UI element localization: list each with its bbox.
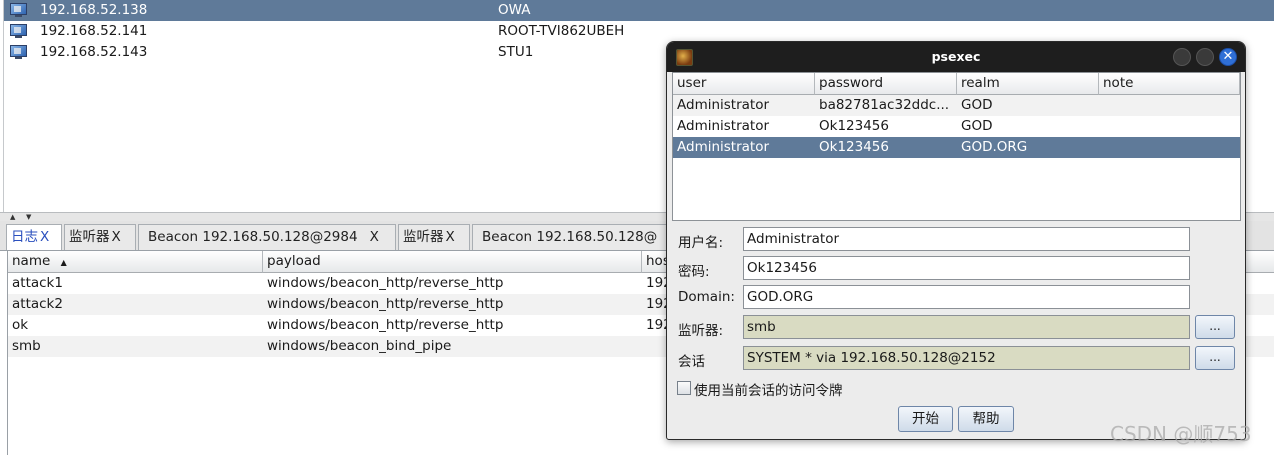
tab-beacon-2[interactable]: Beacon 192.168.50.128@ bbox=[472, 224, 672, 250]
tab-close-icon[interactable]: X bbox=[112, 229, 121, 245]
computer-icon bbox=[10, 24, 27, 38]
host-row[interactable]: 192.168.52.141 ROOT-TVI862UBEH bbox=[4, 21, 1274, 42]
psexec-dialog: psexec ✕ user password realm note Admini… bbox=[666, 41, 1246, 440]
host-ip: 192.168.52.141 bbox=[40, 23, 148, 39]
cred-password: ba82781ac32ddc... bbox=[819, 97, 950, 113]
column-header-realm[interactable]: realm bbox=[957, 73, 1099, 95]
tab-label: 监听器 bbox=[69, 229, 110, 245]
listener-name: smb bbox=[12, 338, 41, 354]
choose-session-button[interactable]: ... bbox=[1195, 346, 1235, 370]
column-header-user[interactable]: user bbox=[673, 73, 815, 95]
listener-name: attack1 bbox=[12, 275, 63, 291]
computer-icon bbox=[10, 3, 27, 17]
listener-payload: windows/beacon_http/reverse_http bbox=[267, 275, 504, 291]
help-button[interactable]: 帮助 bbox=[958, 406, 1014, 432]
column-header-password[interactable]: password bbox=[815, 73, 957, 95]
column-header-payload[interactable]: payload bbox=[263, 251, 642, 273]
cred-password: Ok123456 bbox=[819, 139, 889, 155]
start-button[interactable]: 开始 bbox=[898, 406, 953, 432]
splitter-down-icon[interactable]: ▼ bbox=[26, 213, 31, 221]
host-ip: 192.168.52.143 bbox=[40, 44, 148, 60]
cred-realm: GOD bbox=[961, 97, 993, 113]
listener-payload: windows/beacon_http/reverse_http bbox=[267, 296, 504, 312]
sort-asc-icon: ▲ bbox=[60, 258, 67, 267]
listener-label: 监听器: bbox=[678, 323, 724, 339]
tab-listeners[interactable]: 监听器 X bbox=[64, 224, 136, 250]
cred-user: Administrator bbox=[677, 139, 770, 155]
session-field[interactable]: SYSTEM * via 192.168.50.128@2152 bbox=[743, 346, 1190, 370]
minimize-button[interactable] bbox=[1173, 48, 1191, 66]
close-icon: ✕ bbox=[1222, 49, 1234, 64]
domain-field[interactable]: GOD.ORG bbox=[743, 285, 1190, 309]
password-field[interactable]: Ok123456 bbox=[743, 256, 1190, 280]
use-token-checkbox[interactable] bbox=[677, 381, 691, 395]
credential-table: user password realm note Administrator b… bbox=[672, 72, 1241, 221]
tab-beacon[interactable]: Beacon 192.168.50.128@2984 X bbox=[138, 224, 396, 250]
dialog-title: psexec bbox=[931, 49, 981, 64]
dialog-titlebar[interactable]: psexec ✕ bbox=[667, 42, 1245, 72]
listener-name: ok bbox=[12, 317, 29, 333]
choose-listener-button[interactable]: ... bbox=[1195, 315, 1235, 339]
cred-user: Administrator bbox=[677, 97, 770, 113]
tab-close-icon[interactable]: X bbox=[370, 229, 379, 245]
tab-label: Beacon 192.168.50.128@ bbox=[482, 229, 658, 245]
host-name: STU1 bbox=[498, 44, 534, 60]
table-row[interactable]: Administrator Ok123456 GOD.ORG bbox=[673, 137, 1240, 158]
tab-log[interactable]: 日志 X bbox=[6, 224, 62, 250]
listener-payload: windows/beacon_bind_pipe bbox=[267, 338, 452, 354]
username-label: 用户名: bbox=[678, 235, 724, 251]
domain-label: Domain: bbox=[678, 289, 735, 305]
tab-listeners-2[interactable]: 监听器 X bbox=[398, 224, 470, 250]
close-button[interactable]: ✕ bbox=[1219, 48, 1237, 66]
listener-name: attack2 bbox=[12, 296, 63, 312]
table-row[interactable]: Administrator ba82781ac32ddc... GOD bbox=[673, 95, 1240, 116]
column-header-name[interactable]: name ▲ bbox=[8, 251, 263, 273]
table-row[interactable]: Administrator Ok123456 GOD bbox=[673, 116, 1240, 137]
tab-label: 日志 bbox=[11, 229, 38, 245]
cred-user: Administrator bbox=[677, 118, 770, 134]
listener-payload: windows/beacon_http/reverse_http bbox=[267, 317, 504, 333]
use-token-label: 使用当前会话的访问令牌 bbox=[694, 383, 843, 399]
tab-label: Beacon 192.168.50.128@2984 bbox=[148, 229, 358, 245]
listener-field[interactable]: smb bbox=[743, 315, 1190, 339]
tab-label: 监听器 bbox=[403, 229, 444, 245]
column-header-note[interactable]: note bbox=[1099, 73, 1240, 95]
cred-realm: GOD bbox=[961, 118, 993, 134]
maximize-button[interactable] bbox=[1196, 48, 1214, 66]
watermark: CSDN @顺753 bbox=[1110, 422, 1252, 446]
host-name: ROOT-TVI862UBEH bbox=[498, 23, 625, 39]
password-label: 密码: bbox=[678, 264, 710, 280]
tab-close-icon[interactable]: X bbox=[40, 229, 49, 245]
computer-icon bbox=[10, 45, 27, 59]
cred-password: Ok123456 bbox=[819, 118, 889, 134]
username-field[interactable]: Administrator bbox=[743, 227, 1190, 251]
host-name: OWA bbox=[498, 2, 531, 18]
tab-close-icon[interactable]: X bbox=[446, 229, 455, 245]
session-label: 会话 bbox=[678, 354, 705, 370]
splitter-up-icon[interactable]: ▲ bbox=[10, 213, 15, 221]
host-ip: 192.168.52.138 bbox=[40, 2, 148, 18]
cred-realm: GOD.ORG bbox=[961, 139, 1028, 155]
header-label: name bbox=[12, 253, 51, 269]
host-row[interactable]: 192.168.52.138 OWA bbox=[4, 0, 1274, 21]
